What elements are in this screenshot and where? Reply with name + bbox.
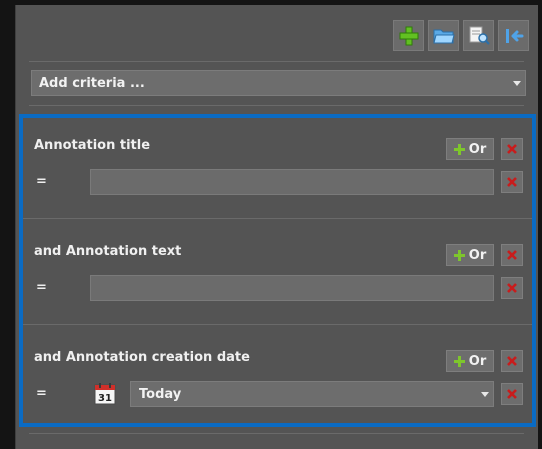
add-criteria-label: Add criteria ...	[39, 75, 145, 91]
close-icon	[507, 283, 517, 293]
calendar-icon: 31	[94, 383, 116, 405]
annotation-text-input[interactable]	[90, 275, 494, 301]
plus-icon	[453, 143, 465, 155]
divider	[23, 324, 532, 325]
close-icon	[507, 356, 517, 366]
delete-value-button[interactable]	[501, 277, 523, 299]
calendar-button[interactable]: 31	[93, 382, 117, 406]
operator-label: =	[36, 386, 47, 401]
plus-icon	[453, 249, 465, 261]
divider	[29, 105, 524, 106]
collapse-left-icon	[505, 28, 523, 43]
find-document-button[interactable]	[463, 20, 494, 51]
or-label: Or	[468, 141, 487, 157]
divider	[29, 433, 524, 434]
or-label: Or	[468, 247, 487, 263]
operator-label: =	[36, 174, 47, 189]
add-criteria-dropdown[interactable]: Add criteria ...	[31, 70, 526, 96]
operator-label: =	[36, 280, 47, 295]
or-button[interactable]: Or	[446, 350, 494, 372]
toolbar	[393, 20, 529, 52]
or-label: Or	[468, 353, 487, 369]
annotation-title-input[interactable]	[90, 169, 494, 195]
find-document-icon	[469, 26, 490, 45]
close-icon	[507, 250, 517, 260]
criteria-group: Annotation title Or = and Annotation tex…	[19, 114, 536, 427]
or-button[interactable]: Or	[446, 244, 494, 266]
date-dropdown[interactable]: Today	[130, 381, 494, 407]
add-icon	[399, 26, 418, 45]
delete-criterion-button[interactable]	[501, 138, 523, 160]
close-icon	[507, 144, 517, 154]
criterion-title: and Annotation creation date	[34, 350, 250, 365]
divider	[29, 61, 524, 62]
close-icon	[507, 177, 517, 187]
delete-value-button[interactable]	[501, 171, 523, 193]
or-button[interactable]: Or	[446, 138, 494, 160]
divider	[23, 218, 532, 219]
criteria-panel: Add criteria ... Annotation title Or = a…	[15, 5, 538, 449]
date-value: Today	[139, 386, 182, 402]
plus-icon	[453, 355, 465, 367]
add-button[interactable]	[393, 20, 424, 51]
delete-criterion-button[interactable]	[501, 244, 523, 266]
delete-value-button[interactable]	[501, 383, 523, 405]
chevron-down-icon	[481, 392, 489, 397]
criterion-title: Annotation title	[34, 138, 151, 153]
open-folder-icon	[432, 29, 455, 43]
criterion-title: and Annotation text	[34, 244, 182, 259]
collapse-button[interactable]	[498, 20, 529, 51]
open-button[interactable]	[428, 20, 459, 51]
calendar-day-text: 31	[98, 393, 112, 404]
delete-criterion-button[interactable]	[501, 350, 523, 372]
close-icon	[507, 389, 517, 399]
chevron-down-icon	[513, 81, 521, 86]
